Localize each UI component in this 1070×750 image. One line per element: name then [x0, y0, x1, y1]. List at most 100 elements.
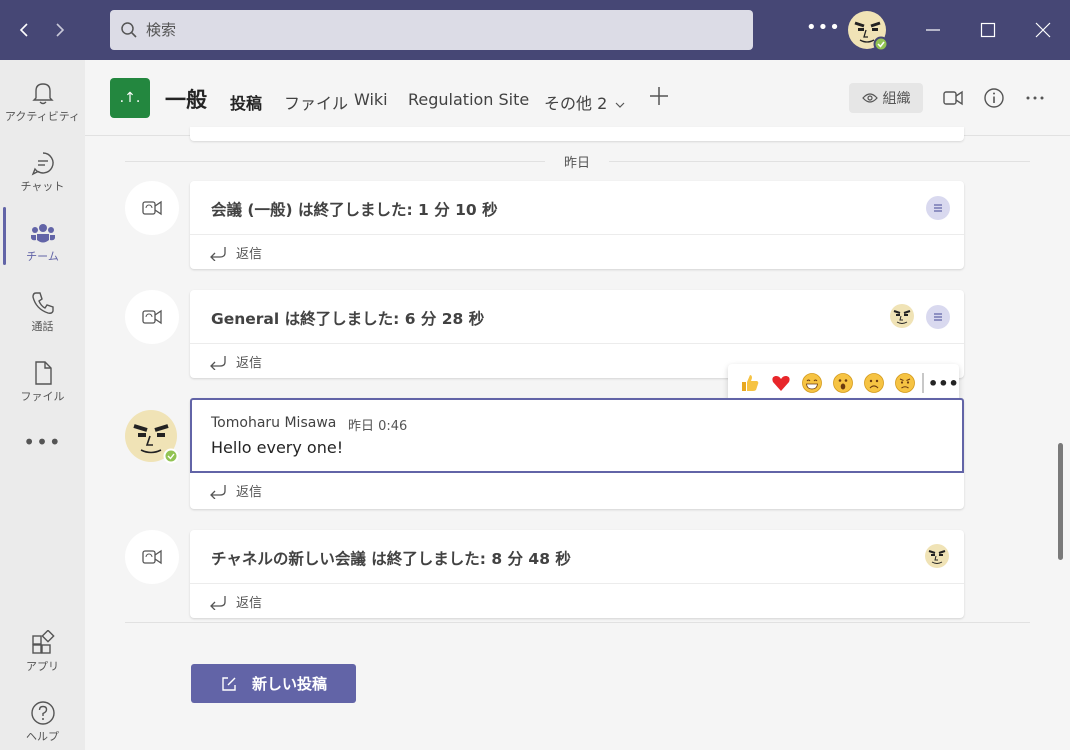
tab-more[interactable]: その他 2 [544, 90, 625, 114]
meeting-card[interactable]: 会議 (一般) は終了しました: 1 分 10 秒 返信 [190, 181, 964, 269]
eye-icon [861, 93, 878, 103]
meet-now-icon[interactable] [941, 86, 965, 110]
more-options-icon[interactable] [1023, 86, 1047, 110]
meeting-icon [142, 549, 162, 565]
app-rail: アクティビティ チャット チーム 通話 ファイル ••• アプリ ヘルプ [0, 60, 85, 750]
sad-icon [863, 373, 884, 393]
title-bar: ••• [0, 0, 1070, 60]
tab-wiki[interactable]: Wiki [354, 90, 388, 109]
compose-divider [125, 622, 1030, 623]
divider-line [125, 161, 545, 162]
angry-icon [894, 373, 915, 393]
chevron-down-icon [615, 102, 625, 108]
rail-label: ファイル [20, 390, 65, 403]
rail-label: チーム [26, 250, 59, 263]
heart-reaction[interactable] [765, 368, 796, 398]
meeting-card[interactable]: チャネルの新しい会議 は終了しました: 8 分 48 秒 返信 [190, 530, 964, 618]
meeting-icon [142, 309, 162, 325]
meeting-title: 会議 (一般) は終了しました: 1 分 10 秒 [211, 201, 498, 219]
reply-label: 返信 [236, 596, 263, 611]
like-icon [741, 375, 758, 391]
rail-item-calls[interactable]: 通話 [0, 282, 85, 344]
phone-icon [31, 292, 54, 314]
help-icon [30, 701, 55, 725]
sad-reaction[interactable] [858, 368, 889, 398]
date-divider: 昨日 [563, 156, 590, 171]
meeting-notes-icon[interactable] [926, 196, 950, 220]
tab-files[interactable]: ファイル [284, 90, 348, 114]
rail-item-help[interactable]: ヘルプ [0, 692, 85, 750]
reaction-bar: ••• [728, 364, 959, 402]
add-tab-icon[interactable] [647, 84, 671, 108]
meeting-thread-avatar [125, 530, 179, 584]
forward-arrow-icon[interactable] [48, 18, 72, 42]
new-post-button[interactable]: 新しい投稿 [191, 664, 356, 703]
rail-item-activity[interactable]: アクティビティ [0, 72, 85, 134]
like-reaction[interactable] [734, 368, 765, 398]
message-text: Hello every one! [211, 438, 344, 457]
laugh-icon [801, 373, 822, 393]
surprised-icon [832, 373, 853, 393]
channel-header: .↑. 一般 投稿 ファイル Wiki Regulation Site その他 … [85, 60, 1070, 136]
angry-reaction[interactable] [889, 368, 920, 398]
org-label: 組織 [882, 91, 911, 107]
meeting-icon [142, 200, 162, 216]
org-button[interactable]: 組織 [849, 83, 923, 113]
search-box[interactable] [110, 10, 753, 50]
scrollbar[interactable] [1058, 443, 1063, 560]
message-feed: 昨日 会議 (一般) は終了しました: 1 分 10 秒 返信 General … [85, 127, 1070, 750]
rail-label: チャット [20, 180, 65, 193]
message-card[interactable]: Tomoharu Misawa 昨日 0:46 Hello every one!… [190, 398, 964, 509]
rail-label: アクティビティ [4, 110, 81, 123]
reply-icon [210, 595, 226, 610]
reply-icon [210, 355, 226, 370]
laugh-reaction[interactable] [796, 368, 827, 398]
compose-icon [222, 676, 236, 691]
surprised-reaction[interactable] [827, 368, 858, 398]
more-options-icon[interactable]: ••• [806, 18, 840, 42]
maximize-icon[interactable] [973, 15, 1003, 45]
more-reactions-icon[interactable]: ••• [928, 374, 959, 393]
profile-avatar[interactable] [847, 10, 889, 52]
new-post-label: 新しい投稿 [251, 675, 327, 693]
back-arrow-icon[interactable] [12, 18, 36, 42]
message-timestamp: 昨日 0:46 [348, 419, 408, 434]
message-author[interactable]: Tomoharu Misawa [211, 415, 336, 431]
info-icon[interactable] [982, 86, 1006, 110]
rail-item-teams[interactable]: チーム [0, 212, 85, 274]
tab-regulation-site[interactable]: Regulation Site [408, 90, 529, 109]
bell-icon [31, 83, 54, 105]
rail-item-files[interactable]: ファイル [0, 352, 85, 414]
rail-more-icon[interactable]: ••• [0, 430, 85, 454]
reply-label: 返信 [236, 485, 263, 500]
team-avatar[interactable]: .↑. [110, 78, 150, 118]
apps-icon [31, 630, 55, 654]
meeting-title: General は終了しました: 6 分 28 秒 [211, 310, 485, 328]
file-icon [34, 361, 52, 385]
reply-icon [210, 484, 226, 499]
tab-posts[interactable]: 投稿 [230, 90, 262, 114]
close-icon[interactable] [1028, 15, 1058, 45]
tab-more-label: その他 2 [544, 94, 608, 113]
rail-item-chat[interactable]: チャット [0, 142, 85, 204]
reply-button[interactable]: 返信 [208, 481, 262, 500]
minimize-icon[interactable] [918, 15, 948, 45]
reply-label: 返信 [236, 356, 263, 371]
channel-name: 一般 [165, 88, 207, 112]
reply-button[interactable]: 返信 [208, 352, 262, 371]
rail-label: ヘルプ [26, 730, 59, 743]
reaction-separator [922, 373, 924, 393]
participant-avatar [925, 544, 949, 568]
rail-label: アプリ [26, 660, 59, 673]
heart-icon [771, 375, 790, 391]
reply-button[interactable]: 返信 [208, 592, 262, 611]
sender-avatar[interactable] [125, 410, 179, 464]
search-input[interactable] [146, 21, 726, 39]
meeting-notes-icon[interactable] [926, 305, 950, 329]
chat-icon [31, 152, 54, 176]
meeting-thread-avatar [125, 181, 179, 235]
rail-item-apps[interactable]: アプリ [0, 622, 85, 684]
meeting-thread-avatar [125, 290, 179, 344]
previous-card [190, 127, 964, 141]
reply-button[interactable]: 返信 [208, 243, 262, 262]
